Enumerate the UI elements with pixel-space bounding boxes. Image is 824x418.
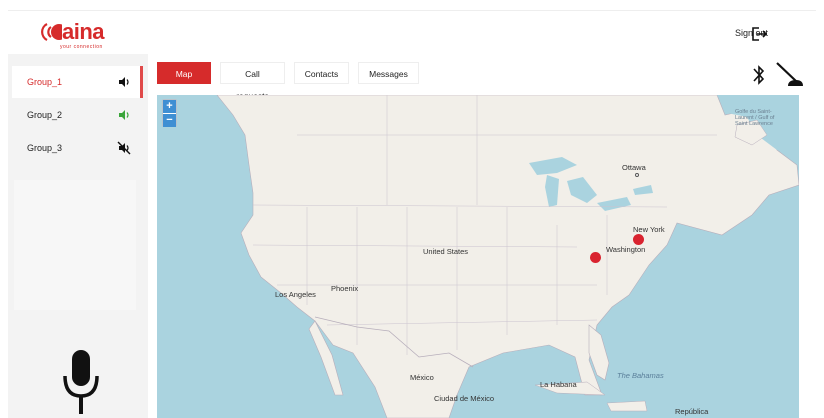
tab-messages[interactable]: Messages bbox=[358, 62, 419, 84]
map-label-gulf-saint-lawrence: Golfe du Saint-Laurent / Gulf of Saint L… bbox=[735, 109, 775, 127]
map-label-ciudad-de-mexico: Ciudad de México bbox=[434, 394, 495, 403]
map-marker[interactable] bbox=[590, 252, 601, 263]
map-label-la-habana: La Habana bbox=[540, 380, 577, 389]
logo-wordmark: aina bbox=[62, 19, 105, 44]
push-to-talk-microphone-icon[interactable] bbox=[60, 350, 102, 414]
tab-map[interactable]: Map bbox=[157, 62, 211, 84]
speaker-icon[interactable] bbox=[117, 75, 131, 89]
sidebar-panel bbox=[14, 180, 136, 310]
zoom-in-button[interactable]: + bbox=[163, 100, 176, 113]
map-label-phoenix: Phoenix bbox=[331, 284, 359, 293]
speaker-active-icon[interactable] bbox=[117, 108, 131, 122]
city-dot bbox=[635, 173, 639, 177]
map-zoom-control: + − bbox=[162, 99, 177, 127]
bluetooth-icon[interactable] bbox=[750, 62, 768, 88]
app-window: aina your connection Sign out Group_1 Gr… bbox=[0, 0, 824, 418]
map-marker[interactable] bbox=[633, 234, 644, 245]
map-label-mexico: México bbox=[410, 373, 434, 382]
map-label-the-bahamas: The Bahamas bbox=[617, 371, 664, 380]
group-label: Group_1 bbox=[27, 77, 63, 87]
tab-contacts[interactable]: Contacts bbox=[294, 62, 349, 84]
sign-out-icon[interactable] bbox=[752, 27, 768, 41]
desk-microphone-icon[interactable] bbox=[774, 60, 804, 90]
group-item-1[interactable]: Group_1 bbox=[12, 66, 143, 98]
map-canvas bbox=[216, 95, 799, 418]
map-label-los-angeles: Los Angeles bbox=[275, 290, 316, 299]
main-tabs: Map Call requests Contacts Messages bbox=[157, 62, 419, 101]
signal-waves-icon bbox=[41, 23, 62, 41]
zoom-out-button[interactable]: − bbox=[163, 114, 176, 127]
group-item-2[interactable]: Group_2 bbox=[12, 99, 143, 131]
map-label-united-states: United States bbox=[423, 247, 469, 256]
logo-tagline: your connection bbox=[60, 44, 103, 50]
group-sidebar: Group_1 Group_2 Group_3 bbox=[8, 54, 148, 418]
map-view[interactable]: United States Ottawa New York Washington… bbox=[157, 95, 799, 418]
group-item-3[interactable]: Group_3 bbox=[12, 132, 143, 164]
map-label-ottawa: Ottawa bbox=[622, 163, 646, 172]
group-label: Group_3 bbox=[27, 143, 63, 153]
top-header: aina your connection Sign out bbox=[8, 10, 816, 54]
tab-call-requests[interactable]: Call requests bbox=[220, 62, 285, 101]
aina-logo: aina your connection bbox=[38, 19, 105, 50]
map-label-washington: Washington bbox=[606, 245, 646, 254]
map-label-republica: República bbox=[675, 407, 709, 416]
speaker-muted-icon[interactable] bbox=[117, 141, 131, 155]
group-label: Group_2 bbox=[27, 110, 63, 120]
map-label-new-york: New York bbox=[633, 225, 665, 234]
